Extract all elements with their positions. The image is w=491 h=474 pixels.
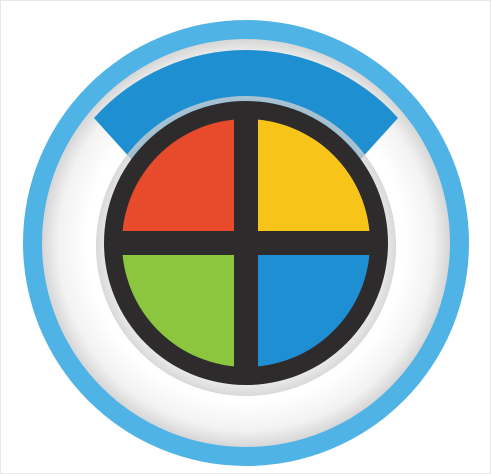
icon-canvas: [0, 0, 491, 474]
color-wheel-app-icon: [23, 20, 469, 466]
horizontal-divider: [106, 231, 386, 255]
